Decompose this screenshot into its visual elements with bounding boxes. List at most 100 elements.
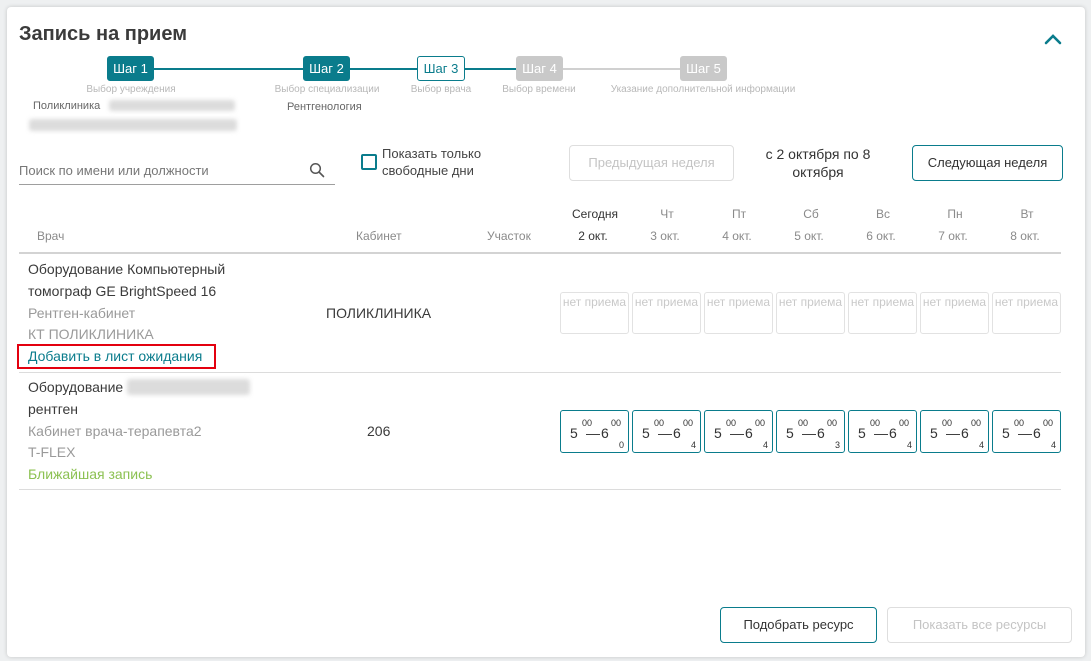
search-box xyxy=(19,157,335,185)
step-2-caption: Выбор специализации xyxy=(274,84,380,95)
slot-to-minutes: 00 xyxy=(611,418,622,428)
no-appointment-cell: нет приема xyxy=(704,292,773,334)
time-slot[interactable]: 5 00—6 00 4 xyxy=(632,410,701,453)
slot-to-minutes: 00 xyxy=(827,418,838,428)
table-header-divider xyxy=(19,252,1061,254)
step-5-caption: Указание дополнительной информации xyxy=(610,84,796,95)
appointment-panel: Запись на прием Шаг 1 Шаг 2 Шаг 3 Шаг 4 … xyxy=(7,7,1085,657)
no-appointment-cell: нет приема xyxy=(776,292,845,334)
step-4: Шаг 4 xyxy=(516,56,563,81)
search-input[interactable] xyxy=(19,157,299,183)
slot-count: 0 xyxy=(618,440,624,450)
slot-from-hour: 5 xyxy=(714,425,722,441)
show-all-resources-button[interactable]: Показать все ресурсы xyxy=(887,607,1072,643)
no-appointment-cell: нет приема xyxy=(992,292,1061,334)
slot-to-hour: 6 xyxy=(601,425,609,441)
day-0-date: 2 окт. xyxy=(578,229,608,243)
step-2-value: Рентгенология xyxy=(287,101,362,113)
column-district: Участок xyxy=(487,229,531,243)
step-5: Шаг 5 xyxy=(680,56,727,81)
step-2[interactable]: Шаг 2 xyxy=(303,56,350,81)
cabinet-value: 206 xyxy=(367,423,391,439)
slot-dash: — xyxy=(1018,425,1032,441)
no-appointment-cell: нет приема xyxy=(560,292,629,334)
room-type: Кабинет врача-терапевта2 xyxy=(28,423,202,439)
step-3[interactable]: Шаг 3 xyxy=(417,56,465,81)
day-4-date: 6 окт. xyxy=(866,229,896,243)
slot-to-hour: 6 xyxy=(961,425,969,441)
slot-dash: — xyxy=(658,425,672,441)
slot-from-hour: 5 xyxy=(570,425,578,441)
slot-to-hour: 6 xyxy=(1033,425,1041,441)
slot-count: 4 xyxy=(978,440,984,450)
no-appointment-cell: нет приема xyxy=(848,292,917,334)
slot-to-hour: 6 xyxy=(673,425,681,441)
slot-from-hour: 5 xyxy=(642,425,650,441)
day-3-dow: Сб xyxy=(803,207,819,221)
no-appointment-cell: нет приема xyxy=(920,292,989,334)
slot-to-hour: 6 xyxy=(817,425,825,441)
slot-count: 4 xyxy=(690,440,696,450)
resource-name-line1: Оборудование Компьютерный xyxy=(28,261,226,277)
step-4-caption: Выбор времени xyxy=(502,84,576,95)
slot-dash: — xyxy=(946,425,960,441)
resource-name-line2: томограф GE BrightSpeed 16 xyxy=(28,283,217,299)
time-slot[interactable]: 5 00—6 00 4 xyxy=(704,410,773,453)
time-slot[interactable]: 5 00—6 00 3 xyxy=(776,410,845,453)
room-type: Рентген-кабинет xyxy=(28,305,136,321)
day-2-dow: Пт xyxy=(731,207,747,221)
slot-dash: — xyxy=(874,425,888,441)
time-slot[interactable]: 5 00—6 00 4 xyxy=(992,410,1061,453)
time-slot[interactable]: 5 00—6 00 4 xyxy=(920,410,989,453)
stepper-line-next xyxy=(464,68,516,70)
department: КТ ПОЛИКЛИНИКА xyxy=(28,326,154,342)
step-3-caption: Выбор врача xyxy=(410,84,472,95)
day-5-dow: Пн xyxy=(947,207,963,221)
column-doctor: Врач xyxy=(37,229,65,243)
select-resource-button[interactable]: Подобрать ресурс xyxy=(720,607,877,643)
slot-dash: — xyxy=(802,425,816,441)
slot-to-minutes: 00 xyxy=(755,418,766,428)
column-cabinet: Кабинет xyxy=(356,229,402,243)
add-to-waitlist-link[interactable]: Добавить в лист ожидания xyxy=(28,348,202,364)
step-1-caption: Выбор учреждения xyxy=(86,84,176,95)
slot-count: 4 xyxy=(1050,440,1056,450)
time-slot[interactable]: 5 00—6 00 0 xyxy=(560,410,629,453)
resource-name-line2: рентген xyxy=(28,401,79,417)
cabinet-value: ПОЛИКЛИНИКА xyxy=(326,305,432,321)
blurred-resource-name xyxy=(127,379,250,395)
stepper-line-done xyxy=(153,68,418,70)
time-slot[interactable]: 5 00—6 00 4 xyxy=(848,410,917,453)
no-appointment-cell: нет приема xyxy=(632,292,701,334)
free-days-label: Показать только свободные дни xyxy=(382,146,482,178)
blurred-clinic-address xyxy=(29,119,237,131)
row-divider xyxy=(19,372,1061,373)
free-days-checkbox[interactable] xyxy=(361,154,377,170)
stepper-line-pending xyxy=(562,68,682,70)
day-0-dow: Сегодня xyxy=(572,207,618,221)
slot-count: 4 xyxy=(762,440,768,450)
week-range: с 2 октября по 8 октября xyxy=(765,146,871,180)
day-6-dow: Вт xyxy=(1020,207,1034,221)
slot-count: 3 xyxy=(834,440,840,450)
blurred-clinic-name xyxy=(109,100,235,111)
slot-count: 4 xyxy=(906,440,912,450)
slot-dash: — xyxy=(586,425,600,441)
search-icon[interactable] xyxy=(309,162,325,178)
day-3-date: 5 окт. xyxy=(794,229,824,243)
next-week-button[interactable]: Следующая неделя xyxy=(912,145,1063,181)
nearest-appointment-link[interactable]: Ближайшая запись xyxy=(28,466,152,482)
slot-to-minutes: 00 xyxy=(971,418,982,428)
step-1[interactable]: Шаг 1 xyxy=(107,56,154,81)
slot-from-hour: 5 xyxy=(786,425,794,441)
slot-to-minutes: 00 xyxy=(683,418,694,428)
day-5-date: 7 окт. xyxy=(938,229,968,243)
previous-week-button[interactable]: Предыдущая неделя xyxy=(569,145,734,181)
page-title: Запись на прием xyxy=(19,23,188,45)
day-6-date: 8 окт. xyxy=(1010,229,1040,243)
slot-from-hour: 5 xyxy=(858,425,866,441)
slot-to-hour: 6 xyxy=(745,425,753,441)
day-4-dow: Вс xyxy=(875,207,890,221)
slot-to-hour: 6 xyxy=(889,425,897,441)
chevron-up-icon[interactable] xyxy=(1041,27,1065,51)
